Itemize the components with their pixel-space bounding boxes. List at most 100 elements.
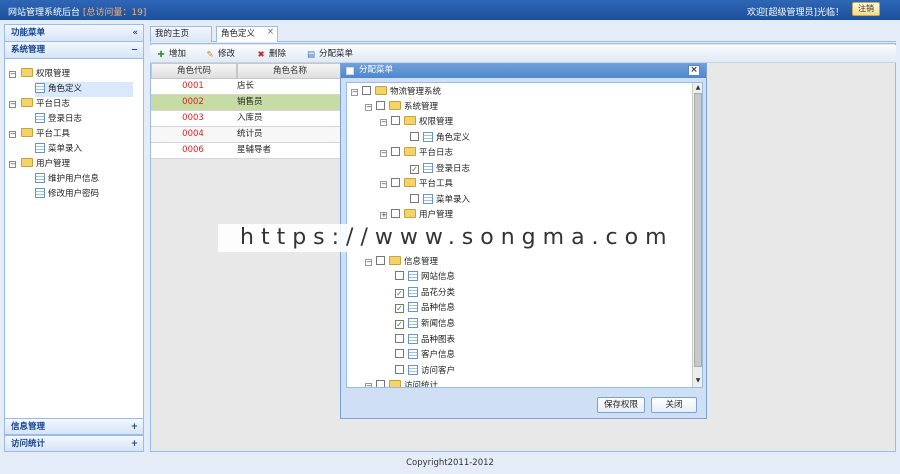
node-checkbox[interactable] [395,365,404,374]
tree-node[interactable]: 网站信息 [395,270,455,285]
expand-toggle-icon[interactable]: − [365,104,372,111]
page-icon [35,173,45,183]
logout-button[interactable]: 注销 [852,2,880,16]
expand-icon[interactable]: + [131,419,138,435]
assign-menu-button[interactable]: ▤ 分配菜单 [306,48,353,61]
expand-toggle-icon[interactable]: − [365,383,372,387]
column-header-code[interactable]: 角色代码 [151,63,237,79]
tree-node[interactable]: ✓ 品种信息 [395,301,455,316]
expand-toggle-icon[interactable]: − [351,89,358,96]
expand-toggle-icon[interactable]: − [380,119,387,126]
close-button[interactable]: 关闭 [651,397,697,413]
node-checkbox[interactable] [395,271,404,280]
sidebar-item[interactable]: 登录日志 [35,112,145,127]
tree-node[interactable]: − 信息管理 [365,255,438,270]
scroll-up-icon[interactable]: ▲ [694,84,702,92]
node-checkbox[interactable] [391,116,400,125]
expand-toggle-icon[interactable]: − [9,101,16,108]
expand-toggle-icon[interactable]: + [380,212,387,219]
window-icon [346,67,354,75]
section-info-management[interactable]: 信息管理 + [5,418,143,435]
folder-wrap [21,128,36,139]
expand-toggle-icon[interactable]: − [380,181,387,188]
expand-icon[interactable]: + [131,436,138,452]
tab-role-definition[interactable]: 角色定义 × [216,26,278,42]
node-checkbox[interactable] [410,194,419,203]
tree-node[interactable]: − 系统管理 [365,100,438,115]
section-label: 访问统计 [11,439,46,449]
page-icon [408,318,418,328]
node-checkbox[interactable] [395,349,404,358]
tree-node[interactable]: 菜单录入 [410,193,470,208]
tree-node-label: 菜单录入 [436,195,471,205]
scroll-thumb[interactable] [694,93,702,367]
section-system-management[interactable]: 系统管理 − [5,42,143,59]
node-checkbox[interactable] [391,178,400,187]
sidebar-item[interactable]: − 平台工具 [9,127,119,142]
table-row[interactable]: 0004 统计员 [151,127,343,143]
node-checkbox[interactable]: ✓ [395,320,404,329]
sidebar-item[interactable]: − 权限管理 [9,67,119,82]
node-checkbox[interactable]: ✓ [410,165,419,174]
tree-node[interactable]: − 平台工具 [380,177,453,192]
close-icon[interactable]: × [688,65,700,76]
tree-node[interactable]: − 物流管理系统 [351,85,441,100]
collapse-sidebar-icon[interactable]: « [133,25,139,41]
role-code-cell: 0004 [182,129,204,139]
tree-node[interactable]: ✓ 品花分类 [395,286,455,301]
sidebar-item[interactable]: 菜单录入 [35,142,145,157]
node-checkbox[interactable] [362,86,371,95]
vertical-scrollbar[interactable]: ▲ ▼ [692,83,702,387]
tree-node[interactable]: 客户信息 [395,348,455,363]
tree-node[interactable]: − 权限管理 [380,115,453,130]
close-tab-icon[interactable]: × [267,25,274,39]
edit-button[interactable]: ✎ 修改 [205,48,235,61]
expand-toggle-icon[interactable]: − [9,71,16,78]
page-icon [35,83,45,93]
tree-node[interactable]: ✓ 新闻信息 [395,317,455,332]
expand-toggle-icon[interactable]: − [9,161,16,168]
expand-toggle-icon[interactable]: − [365,259,372,266]
pencil-icon: ✎ [206,50,214,60]
section-visit-stats[interactable]: 访问统计 + [5,435,143,452]
delete-button[interactable]: ✖ 删除 [256,48,286,61]
tab-home[interactable]: 我的主页 [150,26,212,42]
node-checkbox[interactable] [376,256,385,265]
table-row[interactable]: 0002 销售员 [151,95,343,111]
sidebar-item[interactable]: − 用户管理 [9,157,119,172]
folder-icon [21,158,33,167]
sidebar-item[interactable]: 角色定义 [35,82,133,97]
sidebar-item[interactable]: − 平台日志 [9,97,119,112]
node-checkbox[interactable] [376,380,385,387]
column-header-name[interactable]: 角色名称 [237,63,343,79]
dialog-header[interactable]: 分配菜单 × [341,64,706,78]
table-row[interactable]: 0003 入库员 [151,111,343,127]
node-checkbox[interactable] [410,132,419,141]
tree-node[interactable]: 访问客户 [395,364,455,379]
table-row[interactable]: 0001 店长 [151,79,343,95]
scroll-down-icon[interactable]: ▼ [694,377,702,385]
folder-wrap [21,158,36,169]
node-checkbox[interactable]: ✓ [395,289,404,298]
section-collapse-icon[interactable]: − [131,42,138,58]
tree-node[interactable]: 角色定义 [410,131,470,146]
expand-toggle-icon[interactable]: − [9,131,16,138]
node-checkbox[interactable] [395,334,404,343]
node-checkbox[interactable] [376,101,385,110]
tree-node[interactable]: + 用户管理 [380,208,453,223]
role-code-cell: 0001 [182,81,204,91]
table-row[interactable]: 0006 星辅导者 [151,143,343,159]
expand-toggle-icon[interactable]: − [380,150,387,157]
sidebar-item[interactable]: 维护用户信息 [35,172,145,187]
tree-node[interactable]: − 平台日志 [380,146,453,161]
tree-node-label: 网站信息 [421,272,456,282]
node-checkbox[interactable]: ✓ [395,304,404,313]
tree-node[interactable]: ✓ 登录日志 [410,162,470,177]
save-permissions-button[interactable]: 保存权限 [597,397,645,413]
sidebar-item[interactable]: 修改用户密码 [35,187,145,202]
node-checkbox[interactable] [391,147,400,156]
add-button[interactable]: ✚ 增加 [156,48,186,61]
tree-node[interactable]: − 访问统计 [365,379,438,387]
tree-node[interactable]: 品种图表 [395,333,455,348]
node-checkbox[interactable] [391,209,400,218]
